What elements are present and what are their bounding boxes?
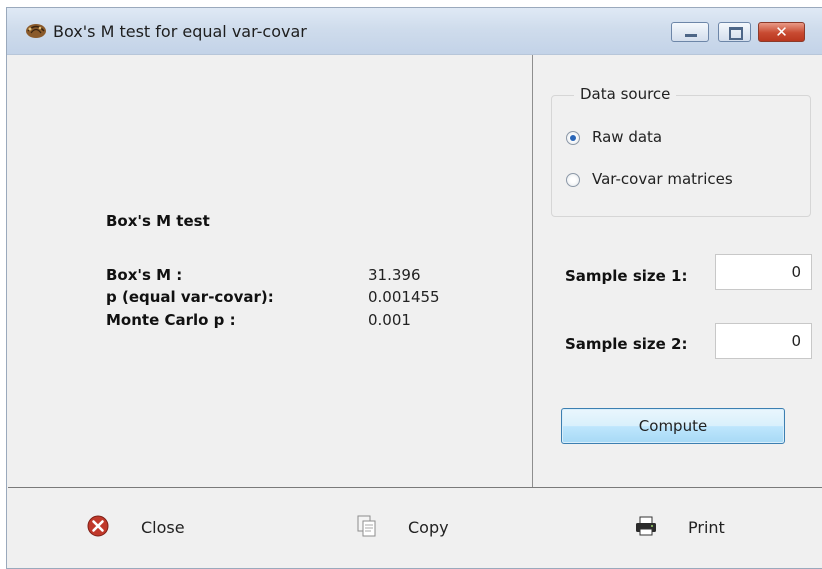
- compute-button[interactable]: Compute: [561, 408, 785, 444]
- monte-carlo-p-label: Monte Carlo p :: [106, 311, 236, 329]
- data-source-legend: Data source: [574, 85, 677, 103]
- boxs-m-window: Box's M test for equal var-covar ✕ Box's…: [6, 7, 822, 569]
- sample-size-2-input[interactable]: 0: [715, 323, 812, 359]
- p-equal-var-covar-label: p (equal var-covar):: [106, 288, 274, 306]
- window-title: Box's M test for equal var-covar: [53, 22, 307, 41]
- data-source-group: Data source Raw data Var-covar matrices: [551, 85, 811, 217]
- close-icon: ✕: [775, 23, 788, 41]
- sample-size-1-input[interactable]: 0: [715, 254, 812, 290]
- results-heading: Box's M test: [106, 212, 210, 230]
- window-close-button[interactable]: ✕: [758, 22, 805, 42]
- printer-icon: [636, 516, 656, 536]
- radio-var-covar-label[interactable]: Var-covar matrices: [592, 170, 733, 188]
- sample-size-1-label: Sample size 1:: [565, 267, 688, 285]
- title-bar[interactable]: Box's M test for equal var-covar ✕: [7, 8, 822, 55]
- options-pane: Data source Raw data Var-covar matrices …: [532, 55, 822, 487]
- print-label[interactable]: Print: [688, 518, 725, 537]
- sample-size-2-label: Sample size 2:: [565, 335, 688, 353]
- radio-raw-data-label[interactable]: Raw data: [592, 128, 662, 146]
- radio-checked-icon[interactable]: [566, 131, 580, 145]
- minimize-icon: [685, 34, 697, 37]
- shell-icon: [26, 24, 46, 38]
- monte-carlo-p-value: 0.001: [368, 311, 411, 329]
- maximize-button[interactable]: [718, 22, 751, 42]
- minimize-button[interactable]: [671, 22, 709, 42]
- action-bar: Close Copy Print: [8, 487, 822, 566]
- copy-label[interactable]: Copy: [408, 518, 449, 537]
- p-equal-var-covar-value: 0.001455: [368, 288, 440, 306]
- boxs-m-value: 31.396: [368, 266, 421, 284]
- boxs-m-label: Box's M :: [106, 266, 183, 284]
- close-label[interactable]: Close: [141, 518, 185, 537]
- copy-icon: [357, 515, 376, 537]
- results-pane: Box's M test Box's M : 31.396 p (equal v…: [8, 55, 528, 487]
- maximize-icon: [729, 27, 743, 40]
- radio-unchecked-icon[interactable]: [566, 173, 580, 187]
- close-circle-icon: [87, 515, 109, 537]
